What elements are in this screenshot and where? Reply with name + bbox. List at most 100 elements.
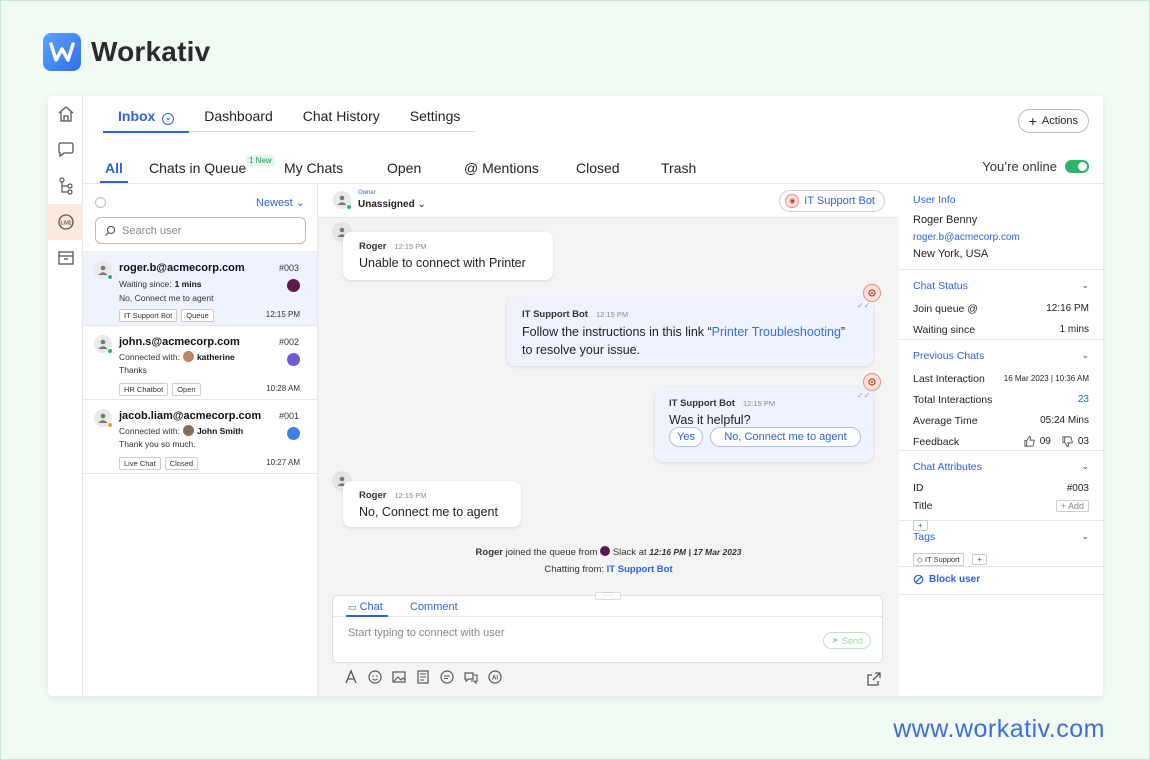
external-link-icon[interactable] <box>866 671 882 687</box>
system-join-message: Roger joined the queue from Slack at 12:… <box>475 546 742 558</box>
option-yes-button[interactable]: Yes <box>669 427 703 447</box>
printer-troubleshooting-link[interactable]: Printer Troubleshooting <box>712 325 841 339</box>
chevron-down-icon[interactable]: ⌄ <box>1081 350 1089 361</box>
status-dot <box>107 348 113 354</box>
add-tag-button[interactable]: + <box>972 554 987 565</box>
chat-bubble-icon <box>57 142 74 158</box>
chevron-down-icon[interactable]: ⌄ <box>1081 461 1089 472</box>
tag: HR Chatbot <box>119 383 169 396</box>
emoji-icon[interactable] <box>367 669 383 685</box>
bot-avatar-icon <box>863 373 881 391</box>
read-ticks-icon: ✓✓ <box>857 301 871 310</box>
tab-inbox[interactable]: Inbox ⌄ <box>103 96 190 133</box>
conversation-time: 10:27 AM <box>266 458 300 467</box>
active-tab-underline <box>100 181 128 183</box>
send-button[interactable]: ➤ Send <box>823 632 871 649</box>
attribute-id-row: ID #003 <box>913 482 1089 494</box>
total-interactions-row: Total Interactions 23 <box>913 393 1089 406</box>
conversation-tags: HR Chatbot Open <box>119 383 201 396</box>
chat-status-section: Chat Status ⌄ Join queue @12:16 PM Waiti… <box>899 270 1103 340</box>
sort-dropdown[interactable]: Newest ⌄ <box>256 196 305 209</box>
composer-tabs: ▭ Chat Comment <box>333 596 882 617</box>
actions-button[interactable]: + Actions <box>1017 109 1089 133</box>
block-user-section: Block user <box>899 567 1103 595</box>
transfer-chat-icon[interactable] <box>463 669 479 685</box>
composer-tab-chat[interactable]: ▭ Chat <box>348 601 383 613</box>
conversation-item[interactable]: john.s@acmecorp.com #002 Connected with:… <box>83 326 317 400</box>
conversation-email: john.s@acmecorp.com <box>119 336 240 348</box>
owner-avatar-icon <box>333 191 352 210</box>
user-info-panel: User Info Roger Benny roger.b@acmecorp.c… <box>899 184 1103 696</box>
tab-open[interactable]: Open <box>387 160 421 176</box>
top-nav: Inbox ⌄ Dashboard Chat History Settings … <box>83 96 1103 140</box>
chevron-down-circle-icon: ⌄ <box>162 113 175 125</box>
conversation-tags: IT Support Bot Queue <box>119 309 214 322</box>
conversation-status-line: Connected with: John Smith <box>119 425 244 436</box>
owner-dropdown[interactable]: Unassigned ⌄ <box>358 199 426 210</box>
tab-mentions[interactable]: @ Mentions <box>464 160 539 176</box>
bot-message: IT Support Bot 12:15 PM Follow the instru… <box>507 297 873 366</box>
conversation-item[interactable]: jacob.liam@acmecorp.com #001 Connected w… <box>83 400 317 474</box>
search-input[interactable] <box>122 224 292 237</box>
teams-channel-icon <box>287 353 300 366</box>
conversation-time: 10:28 AM <box>266 384 300 393</box>
tab-closed[interactable]: Closed <box>576 160 620 176</box>
widget-channel-icon <box>287 427 300 440</box>
rail-live-inbox[interactable]: LIVE <box>48 204 83 240</box>
ai-assist-icon[interactable]: AI <box>487 669 503 685</box>
chevron-down-icon: ⌄ <box>295 197 305 209</box>
status-dot <box>107 422 113 428</box>
home-icon <box>58 106 73 122</box>
rail-chat[interactable] <box>48 132 83 168</box>
conversation-id: #001 <box>278 411 299 421</box>
svg-text:AI: AI <box>492 676 498 682</box>
user-avatar-icon <box>94 335 113 354</box>
system-chatting-from: Chatting from: IT Support Bot <box>544 564 673 575</box>
tab-my-chats[interactable]: My Chats <box>284 160 343 176</box>
search-box <box>95 217 306 244</box>
rail-archive[interactable] <box>48 240 83 276</box>
online-toggle[interactable] <box>1065 160 1089 173</box>
text-format-icon[interactable] <box>343 669 359 685</box>
tab-chat-history[interactable]: Chat History <box>288 96 395 132</box>
tag: Closed <box>164 457 199 470</box>
last-interaction-row: Last Interaction 16 Mar 2023 | 10:36 AM <box>913 372 1089 385</box>
option-connect-agent-button[interactable]: No, Connect me to agent <box>710 427 861 447</box>
bot-pill[interactable]: ◉ IT Support Bot <box>779 190 885 212</box>
tab-settings[interactable]: Settings <box>395 96 476 132</box>
block-user-button[interactable]: Block user <box>913 574 1089 585</box>
read-ticks-icon: ✓✓ <box>857 391 871 400</box>
document-icon[interactable] <box>415 669 431 685</box>
chevron-down-icon[interactable]: ⌄ <box>1081 531 1089 542</box>
average-time-row: Average Time 05:24 Mins <box>913 414 1089 427</box>
conversation-id: #002 <box>278 337 299 347</box>
select-all-radio[interactable] <box>95 197 106 208</box>
composer-toolbar: AI <box>343 669 503 685</box>
site-url[interactable]: www.workativ.com <box>893 715 1105 744</box>
tag: Live Chat <box>119 457 161 470</box>
conversation-last-message: Thank you so much. <box>119 439 196 449</box>
tab-chats-in-queue[interactable]: Chats in Queue <box>149 160 246 176</box>
chevron-down-icon[interactable]: ⌄ <box>1081 280 1089 291</box>
tab-trash[interactable]: Trash <box>661 160 696 176</box>
message-input[interactable] <box>348 627 788 639</box>
tab-dashboard[interactable]: Dashboard <box>189 96 288 132</box>
tag-chip: ◇ IT Support <box>913 553 964 566</box>
top-nav-tabs: Inbox ⌄ Dashboard Chat History Settings <box>103 96 476 133</box>
tab-all[interactable]: All <box>105 160 123 176</box>
new-badge: 1 New <box>246 155 275 166</box>
add-title-button[interactable]: + Add <box>1055 500 1089 512</box>
user-info-section: User Info Roger Benny roger.b@acmecorp.c… <box>899 184 1103 270</box>
rail-home[interactable] <box>48 96 83 132</box>
composer-tab-comment[interactable]: Comment <box>410 601 458 613</box>
block-icon <box>913 574 924 585</box>
bot-logo-icon: ◉ <box>785 194 800 208</box>
rail-flow[interactable] <box>48 168 83 204</box>
chat-header: Owner Unassigned ⌄ ◉ IT Support Bot <box>318 184 899 218</box>
canned-response-icon[interactable] <box>439 669 455 685</box>
image-icon[interactable] <box>391 669 407 685</box>
user-message: Roger 12:15 PM No, Connect me to agent <box>343 481 521 527</box>
user-email[interactable]: roger.b@acmecorp.com <box>913 229 1089 246</box>
conversation-tags: Live Chat Closed <box>119 457 199 470</box>
conversation-item[interactable]: roger.b@acmecorp.com #003 Waiting since:… <box>83 252 317 326</box>
